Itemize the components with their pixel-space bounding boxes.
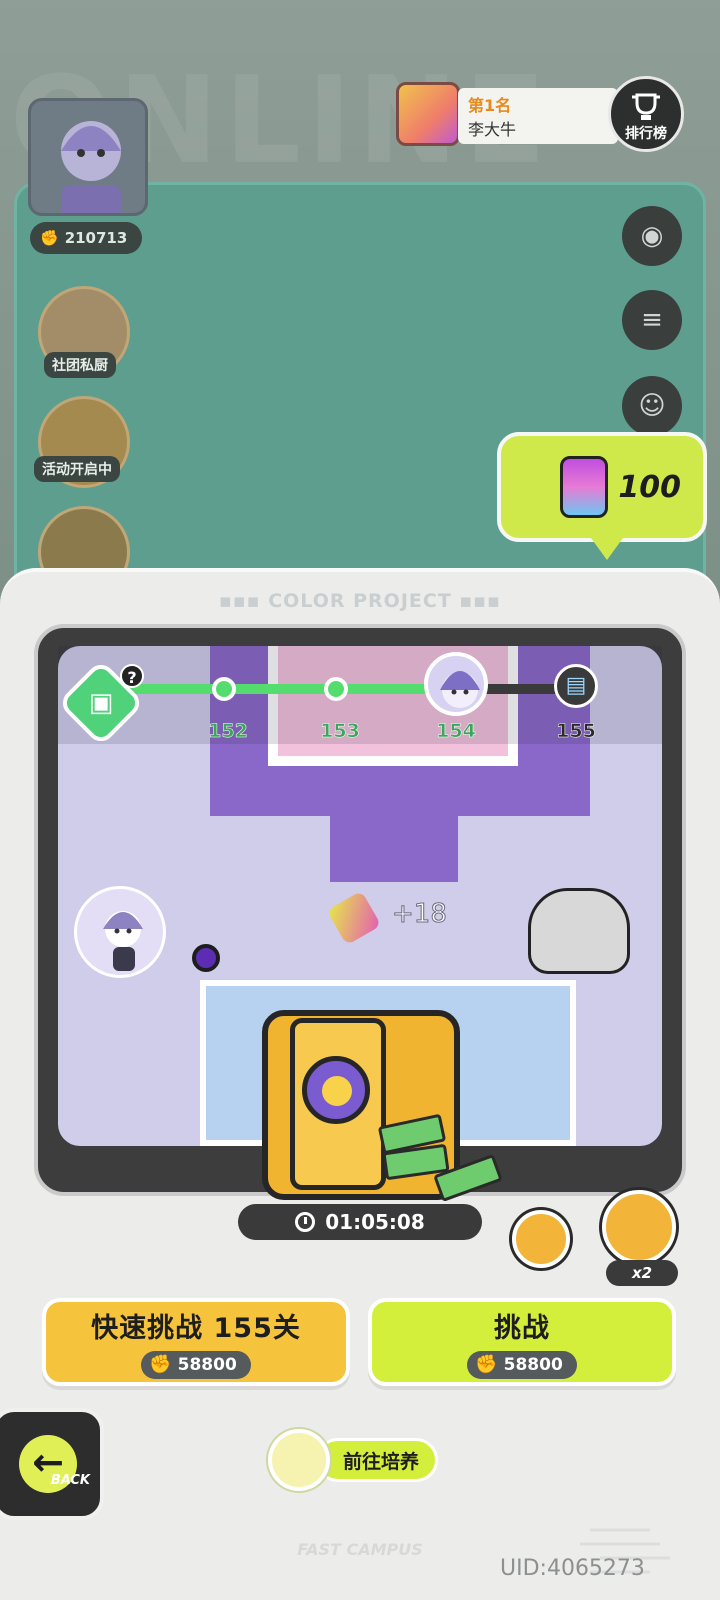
challenge-label: 挑战 [494, 1312, 550, 1344]
help-icon[interactable]: ? [120, 664, 144, 688]
stage-label: 155 [556, 720, 596, 743]
map-building-base [330, 812, 458, 882]
power-value: 210713 [64, 229, 128, 247]
back-button[interactable]: ← BACK [0, 1408, 104, 1520]
score-popup: +18 [392, 899, 448, 930]
reward-count: 100 [618, 469, 681, 505]
fist-icon: ✊ [40, 229, 59, 247]
stage-label: 153 [320, 720, 360, 743]
hero-art-icon [103, 911, 143, 971]
trophy-icon [632, 93, 660, 120]
challenge-button[interactable]: 挑战 ✊ 58800 [368, 1298, 676, 1386]
timer: 01:05:08 [238, 1204, 482, 1240]
rank-info: 第1名 李大牛 [458, 88, 618, 144]
timer-value: 01:05:08 [325, 1210, 425, 1234]
leaderboard-card[interactable]: 第1名 李大牛 排行榜 [396, 76, 686, 152]
pig-icon[interactable]: ◉ [622, 206, 682, 266]
reward-bubble[interactable]: 100 [497, 432, 707, 560]
vault-dial-core [322, 1076, 352, 1106]
multiplier-badge: x2 [606, 1260, 678, 1286]
alarm-boost-icon[interactable] [602, 1190, 676, 1264]
title-deco-right: ▪▪▪ [451, 590, 502, 612]
leaderboard-label: 排行榜 [625, 126, 667, 142]
task-list-icon[interactable]: ≡ [622, 290, 682, 350]
alarm-refresh-icon[interactable] [512, 1210, 570, 1268]
cube-icon: ▣ [88, 688, 114, 718]
stage-label: 152 [208, 720, 248, 743]
side-event-label: 活动开启中 [34, 456, 120, 482]
player-avatar[interactable] [28, 98, 148, 216]
user-id: UID:4065273 [500, 1556, 645, 1581]
progress-fill [104, 684, 463, 694]
top-player-avatar [396, 82, 460, 146]
panel-title: ▪▪▪ COLOR PROJECT ▪▪▪ [0, 590, 720, 612]
boss-node [424, 652, 488, 716]
cost-value: 58800 [503, 1354, 563, 1375]
stage-label: 154 [436, 720, 476, 743]
clock-icon [295, 1212, 316, 1232]
stage-node [212, 677, 236, 701]
rank-position: 第1名 [468, 96, 512, 115]
paint-blob-icon [192, 944, 220, 972]
stage-node [324, 677, 348, 701]
side-event-activity[interactable]: 活动开启中 [34, 396, 130, 488]
power-chip: ✊ 210713 [30, 222, 142, 254]
side-event-kitchen[interactable]: 社团私厨 [38, 286, 130, 378]
quick-challenge-button[interactable]: 快速挑战 155关 ✊ 58800 [42, 1298, 350, 1386]
gray-monster-icon [528, 888, 630, 974]
leaderboard-button[interactable]: 排行榜 [608, 76, 684, 152]
fist-icon: ✊ [475, 1354, 498, 1375]
title-deco-left: ▪▪▪ [218, 590, 269, 612]
rank-player-name: 李大牛 [468, 120, 517, 139]
challenge-cost: ✊ 58800 [467, 1350, 577, 1379]
quick-challenge-cost: ✊ 58800 [141, 1350, 251, 1379]
emote-icon[interactable]: ☺ [622, 376, 682, 436]
go-train-button[interactable]: 前往培养 [268, 1428, 450, 1492]
cost-value: 58800 [177, 1354, 237, 1375]
side-event-label: 社团私厨 [44, 352, 116, 378]
quick-challenge-label: 快速挑战 155关 [91, 1312, 301, 1344]
fist-icon: ✊ [149, 1354, 172, 1375]
reward-box-icon: ▤ [554, 664, 598, 708]
go-train-label: 前往培养 [316, 1438, 439, 1482]
train-character-icon [268, 1429, 330, 1491]
avatar-art-icon [61, 121, 121, 213]
back-label: BACK [50, 1473, 90, 1488]
spray-can-icon [560, 456, 609, 518]
panel-title-text: COLOR PROJECT [268, 590, 452, 612]
hero-character [74, 886, 166, 978]
